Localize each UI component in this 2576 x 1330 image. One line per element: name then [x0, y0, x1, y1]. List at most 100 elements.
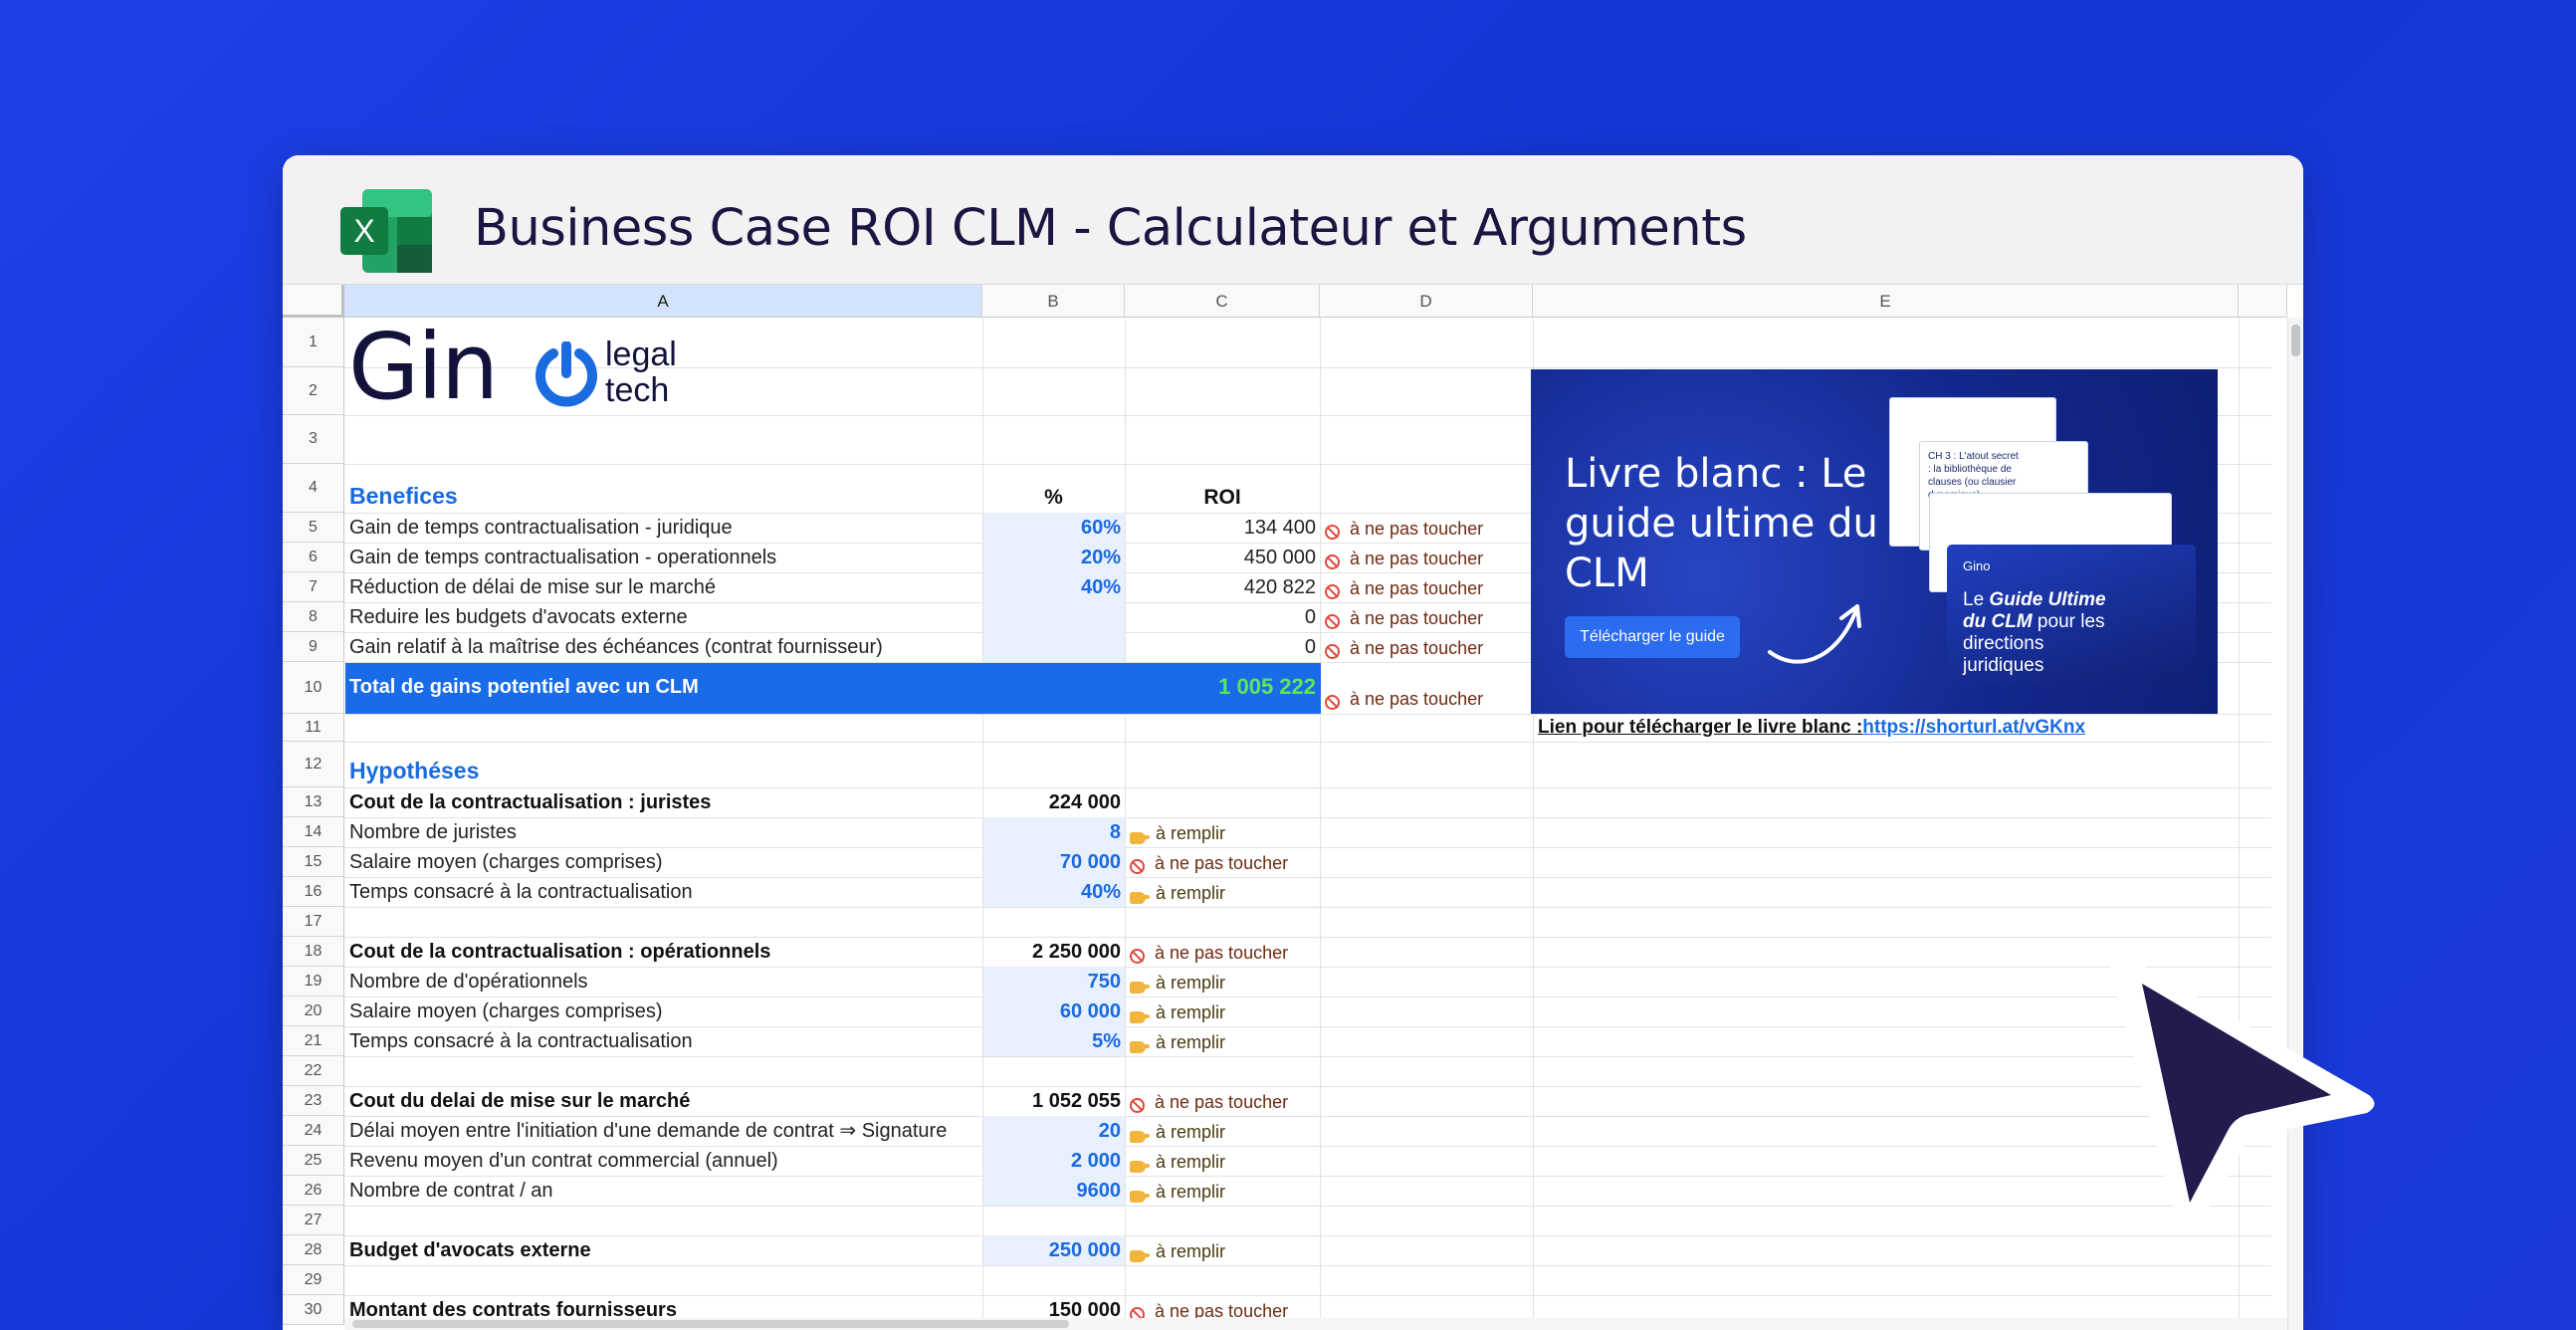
note-cell[interactable]: à ne pas toucher [1321, 632, 1533, 662]
select-all-corner[interactable] [283, 285, 344, 318]
header-roi[interactable]: ROI [1125, 464, 1320, 513]
row-header[interactable]: 24 [283, 1116, 344, 1146]
group-title[interactable]: Cout de la contractualisation : juristes [345, 787, 982, 817]
benefit-pct-input[interactable] [983, 632, 1125, 662]
benefit-roi-value[interactable]: 420 822 [1125, 572, 1320, 602]
note-cell[interactable]: à remplir [1126, 817, 1320, 847]
benefit-roi-value[interactable]: 0 [1125, 632, 1320, 662]
hypothesis-input[interactable]: 20 [983, 1116, 1125, 1146]
benefit-label[interactable]: Réduction de délai de mise sur le marché [345, 572, 982, 602]
download-link-url[interactable]: https://shorturl.at/vGKnx [1862, 717, 2085, 739]
header-pct[interactable]: % [982, 464, 1125, 513]
hypothesis-input[interactable]: 70 000 [983, 847, 1125, 877]
column-header-f[interactable] [2239, 285, 2287, 318]
hypothesis-label[interactable]: Nombre de contrat / an [345, 1176, 982, 1206]
note-cell[interactable]: à ne pas toucher [1321, 572, 1533, 602]
download-link-cell[interactable]: Lien pour télécharger le livre blanc : h… [1534, 714, 2239, 742]
row-header[interactable]: 7 [283, 572, 344, 602]
row-header[interactable]: 1 [283, 318, 344, 367]
benefit-pct-input[interactable] [983, 602, 1125, 632]
row-header[interactable]: 21 [283, 1026, 344, 1056]
benefit-label[interactable]: Gain de temps contractualisation - opera… [345, 543, 982, 572]
hypothesis-label[interactable]: Revenu moyen d'un contrat commercial (an… [345, 1146, 982, 1176]
total-value[interactable]: 1 005 222 [1125, 663, 1320, 714]
note-cell[interactable]: à ne pas toucher [1126, 937, 1320, 967]
column-header-c[interactable]: C [1125, 285, 1320, 318]
benefit-label[interactable]: Gain de temps contractualisation - jurid… [345, 513, 982, 543]
row-header[interactable]: 26 [283, 1176, 344, 1206]
note-cell[interactable]: à ne pas toucher [1321, 513, 1533, 543]
hypothesis-input[interactable]: 8 [983, 817, 1125, 847]
hypothesis-label[interactable]: Délai moyen entre l'initiation d'une dem… [345, 1116, 982, 1146]
row-header[interactable]: 28 [283, 1235, 344, 1265]
download-guide-button[interactable]: Télécharger le guide [1565, 616, 1740, 658]
hypothesis-label[interactable]: Temps consacré à la contractualisation [345, 877, 982, 907]
row-header[interactable]: 18 [283, 937, 344, 967]
row-header[interactable]: 11 [283, 714, 344, 742]
row-header[interactable]: 29 [283, 1265, 344, 1295]
row-header[interactable]: 23 [283, 1086, 344, 1116]
note-cell[interactable]: à ne pas toucher [1126, 1086, 1320, 1116]
note-cell[interactable]: à remplir [1126, 1116, 1320, 1146]
note-cell[interactable]: à ne pas toucher [1321, 683, 1533, 713]
hypothesis-input[interactable]: 750 [983, 967, 1125, 997]
row-header[interactable]: 19 [283, 967, 344, 997]
total-label[interactable]: Total de gains potentiel avec un CLM [345, 663, 982, 714]
note-cell[interactable]: à ne pas toucher [1321, 602, 1533, 632]
row-header[interactable]: 2 [283, 367, 344, 415]
row-header[interactable]: 17 [283, 907, 344, 937]
row-header[interactable]: 14 [283, 817, 344, 847]
group-title[interactable]: Cout de la contractualisation : opératio… [345, 937, 982, 967]
row-header[interactable]: 8 [283, 602, 344, 632]
note-cell[interactable]: à remplir [1126, 877, 1320, 907]
benefit-roi-value[interactable]: 0 [1125, 602, 1320, 632]
vertical-scroll-thumb[interactable] [2291, 325, 2300, 356]
row-header[interactable]: 10 [283, 662, 344, 714]
row-header[interactable]: 3 [283, 415, 344, 464]
row-header[interactable]: 15 [283, 847, 344, 877]
benefit-pct-input[interactable]: 40% [983, 572, 1125, 602]
note-cell[interactable]: à remplir [1126, 1146, 1320, 1176]
group-total[interactable]: 224 000 [982, 787, 1125, 817]
hypothesis-label[interactable]: Salaire moyen (charges comprises) [345, 847, 982, 877]
hypothesis-input[interactable]: 40% [983, 877, 1125, 907]
hypothesis-input[interactable]: 5% [983, 1026, 1125, 1056]
row-header[interactable]: 20 [283, 997, 344, 1026]
group-total[interactable]: 2 250 000 [982, 937, 1125, 967]
hypothesis-input[interactable]: 60 000 [983, 997, 1125, 1026]
hypothesis-input[interactable]: 250 000 [983, 1235, 1125, 1265]
benefit-label[interactable]: Gain relatif à la maîtrise des échéances… [345, 632, 982, 662]
section-heading-benefices[interactable]: Benefices [345, 464, 982, 513]
note-cell[interactable]: à remplir [1126, 967, 1320, 997]
group-total[interactable]: 1 052 055 [982, 1086, 1125, 1116]
row-header[interactable]: 6 [283, 543, 344, 572]
row-header[interactable]: 12 [283, 742, 344, 787]
note-cell[interactable]: à remplir [1126, 1235, 1320, 1265]
benefit-roi-value[interactable]: 450 000 [1125, 543, 1320, 572]
benefit-pct-input[interactable]: 60% [983, 513, 1125, 543]
hypothesis-label[interactable]: Temps consacré à la contractualisation [345, 1026, 982, 1056]
hypothesis-input[interactable]: 2 000 [983, 1146, 1125, 1176]
row-header[interactable]: 22 [283, 1056, 344, 1086]
row-header[interactable]: 13 [283, 787, 344, 817]
benefit-label[interactable]: Reduire les budgets d'avocats externe [345, 602, 982, 632]
note-cell[interactable]: à remplir [1126, 1176, 1320, 1206]
section-heading-hypotheses[interactable]: Hypothéses [345, 742, 982, 787]
horizontal-scroll-thumb[interactable] [352, 1320, 1069, 1328]
row-header[interactable]: 4 [283, 464, 344, 513]
note-cell[interactable]: à remplir [1126, 1026, 1320, 1056]
row-header[interactable]: 5 [283, 513, 344, 543]
spreadsheet-grid[interactable]: A B C D E 1 2 3 4 5 6 7 8 9 10 11 12 13 … [283, 285, 2303, 1330]
note-cell[interactable]: à ne pas toucher [1126, 847, 1320, 877]
row-header[interactable]: 30 [283, 1295, 344, 1325]
row-header[interactable]: 25 [283, 1146, 344, 1176]
hypothesis-label[interactable]: Nombre de d'opérationnels [345, 967, 982, 997]
note-cell[interactable]: à remplir [1126, 997, 1320, 1026]
hypothesis-input[interactable]: 9600 [983, 1176, 1125, 1206]
column-header-d[interactable]: D [1320, 285, 1533, 318]
column-header-e[interactable]: E [1533, 285, 2239, 318]
hypothesis-label[interactable]: Salaire moyen (charges comprises) [345, 997, 982, 1026]
benefit-roi-value[interactable]: 134 400 [1125, 513, 1320, 543]
row-header[interactable]: 16 [283, 877, 344, 907]
row-header[interactable]: 27 [283, 1206, 344, 1235]
